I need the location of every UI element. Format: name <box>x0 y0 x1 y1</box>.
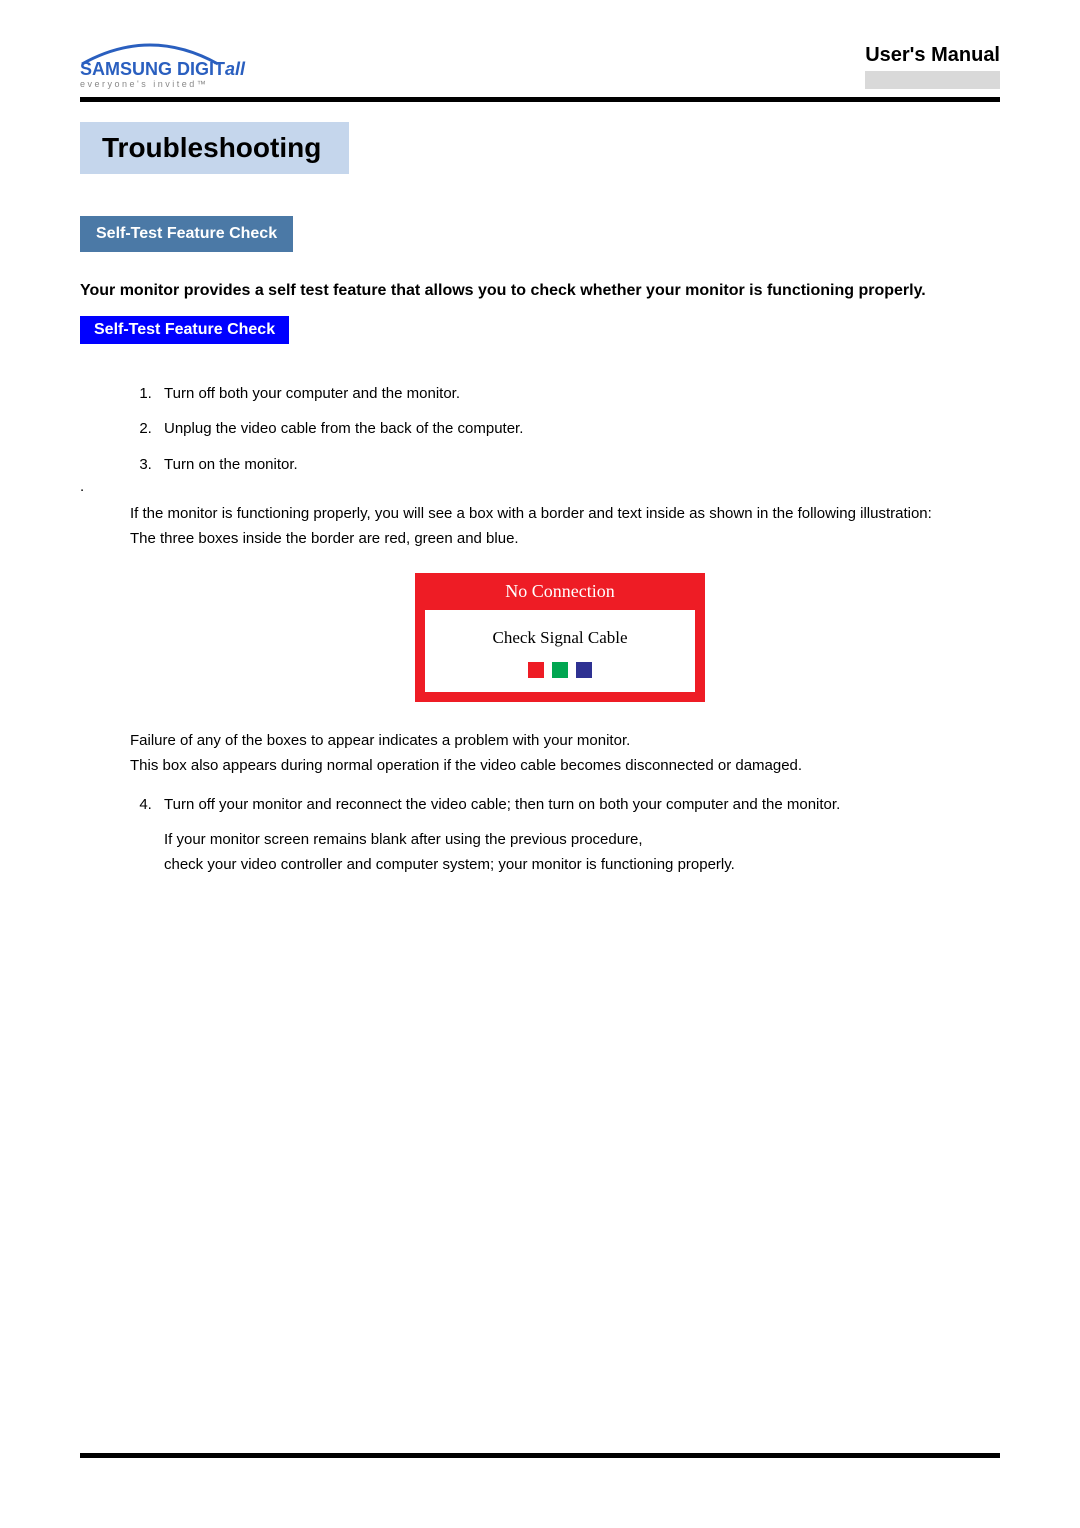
top-rule <box>80 97 1000 102</box>
logo-sub: DIGIT <box>177 59 225 79</box>
manual-title: User's Manual <box>865 44 1000 67</box>
header-row: SAMSUNG DIGITall everyone's invited™ Use… <box>80 40 1000 89</box>
logo-brand: SAMSUNG <box>80 59 172 79</box>
step-2: Unplug the video cable from the back of … <box>156 419 990 439</box>
green-square-icon <box>552 662 568 678</box>
logo-tagline: everyone's invited™ <box>80 80 208 89</box>
section-badge: Self-Test Feature Check <box>80 216 293 252</box>
bottom-rule <box>80 1453 1000 1458</box>
illustration-outer: No Connection Check Signal Cable <box>415 573 705 702</box>
steps-list: Turn off both your computer and the moni… <box>130 384 990 475</box>
logo-ital: all <box>225 59 245 79</box>
stray-dot: . <box>80 478 990 495</box>
step-4-text: Turn off your monitor and reconnect the … <box>164 796 840 813</box>
content-indent: Turn off both your computer and the moni… <box>130 384 990 876</box>
post-illus-line1: Failure of any of the boxes to appear in… <box>130 730 990 751</box>
step-3: Turn on the monitor. <box>156 455 990 475</box>
intro-paragraph: Your monitor provides a self test featur… <box>80 280 1000 302</box>
red-square-icon <box>528 662 544 678</box>
step-4: Turn off your monitor and reconnect the … <box>156 794 990 875</box>
page-title: Troubleshooting <box>80 122 349 174</box>
illustration-title: No Connection <box>415 573 705 610</box>
sub-section-badge: Self-Test Feature Check <box>80 316 289 344</box>
color-squares <box>435 662 685 678</box>
grey-bar <box>865 71 1000 89</box>
illustration-wrap: No Connection Check Signal Cable <box>130 573 990 702</box>
step4-after-line1: If your monitor screen remains blank aft… <box>164 829 990 850</box>
title-block: Troubleshooting <box>80 124 1000 172</box>
steps-list-continued: Turn off your monitor and reconnect the … <box>130 794 990 875</box>
brand-logo: SAMSUNG DIGITall everyone's invited™ <box>80 40 245 89</box>
step4-after-line2: check your video controller and computer… <box>164 854 990 875</box>
logo-text: SAMSUNG DIGITall <box>80 60 245 78</box>
illustration-inner-text: Check Signal Cable <box>435 628 685 648</box>
step-1: Turn off both your computer and the moni… <box>156 384 990 404</box>
after-step3-line1: If the monitor is functioning properly, … <box>130 503 990 524</box>
page: SAMSUNG DIGITall everyone's invited™ Use… <box>40 0 1040 1528</box>
blue-square-icon <box>576 662 592 678</box>
post-illus-line2: This box also appears during normal oper… <box>130 755 990 776</box>
after-step3-line2: The three boxes inside the border are re… <box>130 528 990 549</box>
illustration-inner: Check Signal Cable <box>425 610 695 692</box>
manual-title-block: User's Manual <box>865 44 1000 89</box>
